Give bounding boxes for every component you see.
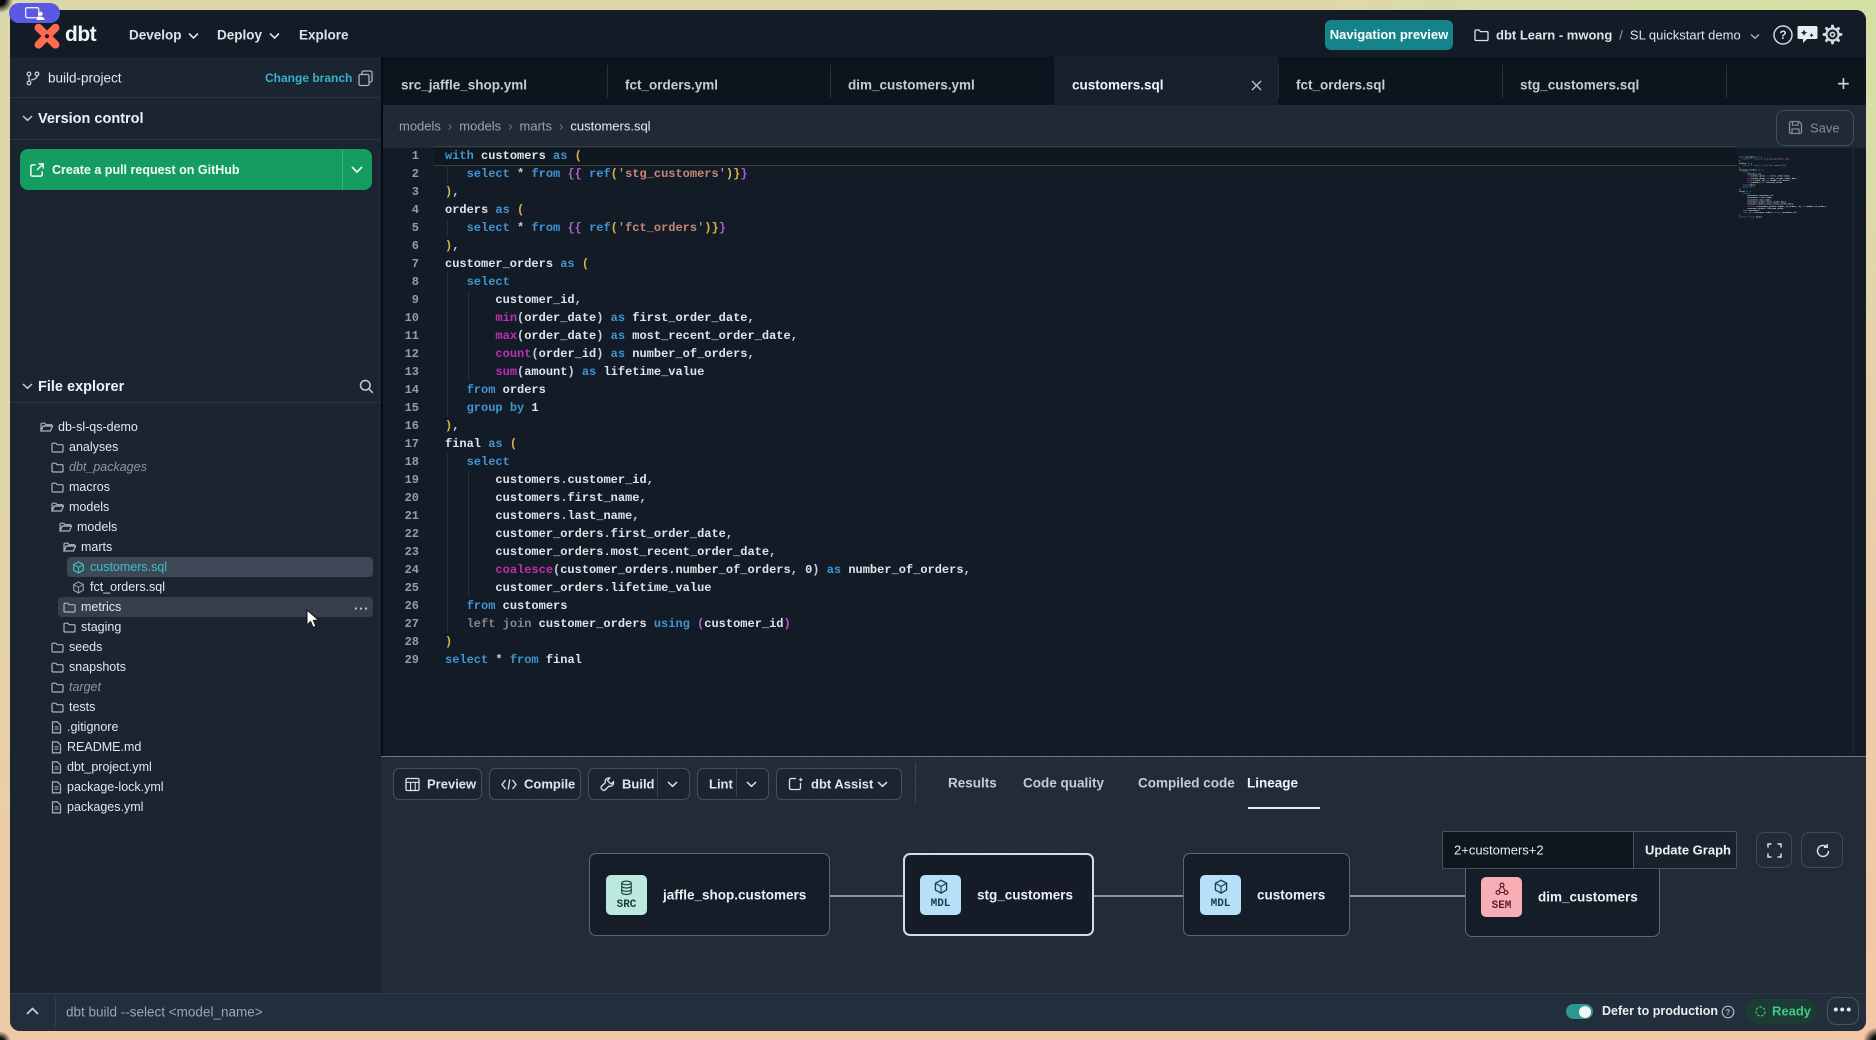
svg-text:?: ? bbox=[1726, 1008, 1731, 1017]
svg-text:?: ? bbox=[1779, 28, 1786, 42]
